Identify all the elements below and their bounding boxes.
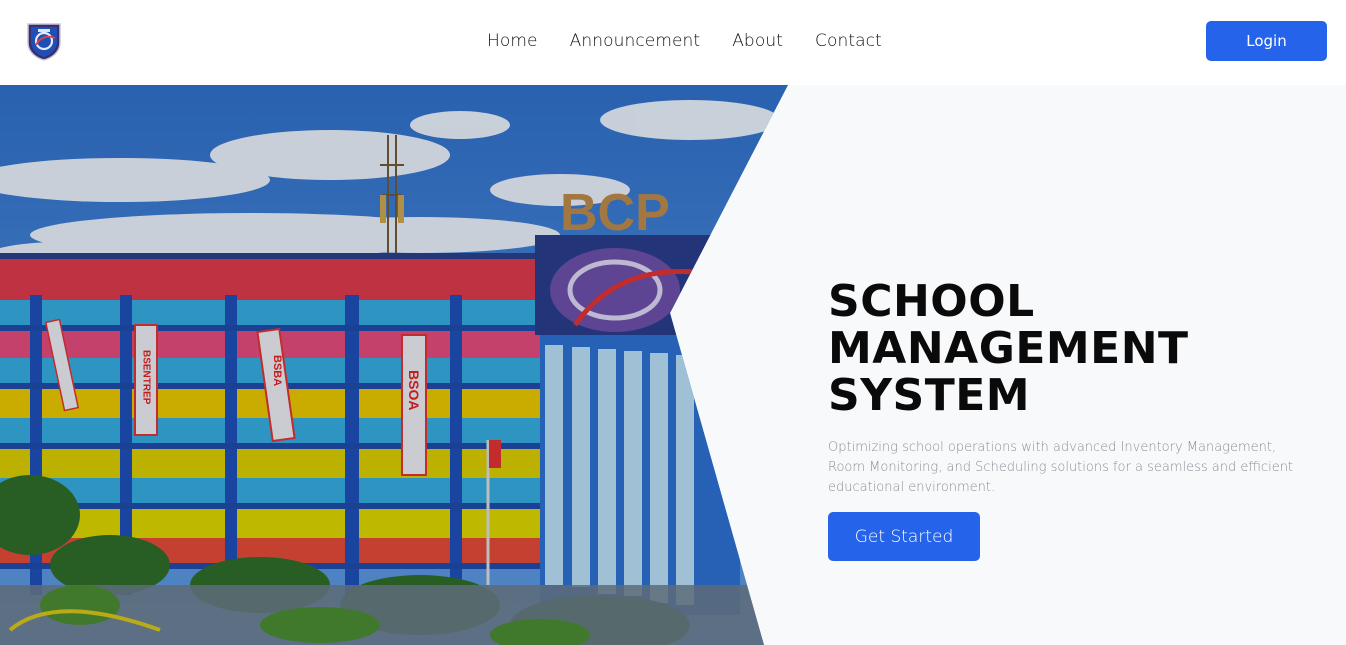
get-started-button[interactable]: Get Started: [828, 512, 980, 561]
navbar: Home Announcement About Contact Login: [0, 0, 1346, 85]
hero-campus-image: BCP BSENTREP BSBA BSOA: [0, 85, 788, 645]
hero-description: Optimizing school operations with advanc…: [828, 440, 1294, 495]
hero-section: BCP BSENTREP BSBA BSOA SCHOOL MANAGEMENT…: [0, 85, 1346, 645]
nav-link-announcement[interactable]: Announcement: [570, 31, 701, 51]
nav-link-home[interactable]: Home: [487, 31, 538, 51]
nav-link-about[interactable]: About: [732, 31, 783, 51]
nav-link-contact[interactable]: Contact: [815, 31, 882, 51]
hero-title: SCHOOL MANAGEMENT SYSTEM: [828, 276, 1189, 421]
main-nav: Home Announcement About Contact: [487, 31, 914, 51]
school-crest-icon[interactable]: [26, 21, 62, 61]
login-button[interactable]: Login: [1206, 21, 1327, 61]
hero-content: SCHOOL MANAGEMENT SYSTEM Optimizing scho…: [828, 278, 1318, 561]
